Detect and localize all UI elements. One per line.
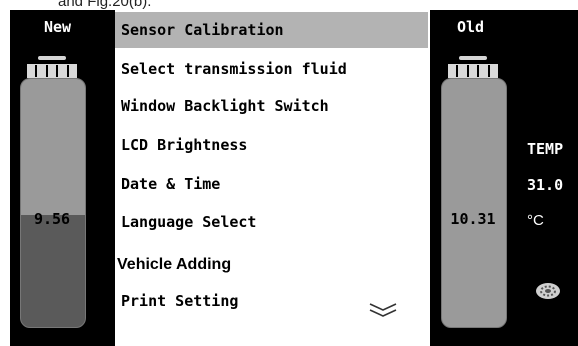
menu-item-label: Print Setting [121,292,239,310]
tank-empty-portion [21,79,85,216]
temp-value: 31.0 [527,176,564,194]
menu-item-label: Date & Time [121,175,221,193]
menu-item-sensor-calibration[interactable]: Sensor Calibration [115,12,428,48]
temp-unit: °C [527,212,544,229]
tank-neck [27,64,77,78]
new-fluid-tank: 9.56 [10,44,94,344]
tank-neck [448,64,498,78]
menu-item-window-backlight-switch[interactable]: Window Backlight Switch [115,88,428,124]
tank-cap [459,56,487,60]
caption-text: and Fig.20(b). [58,0,152,10]
tank-body [20,78,86,328]
menu-item-select-transmission-fluid[interactable]: Select transmission fluid [115,51,428,87]
chevron-double-down-icon[interactable] [368,300,398,324]
menu-item-label: Select transmission fluid [121,60,347,78]
menu-item-lcd-brightness[interactable]: LCD Brightness [115,127,428,163]
menu-item-label: Language Select [121,213,257,231]
gear-icon[interactable] [535,282,561,304]
menu-item-label: LCD Brightness [121,136,248,154]
new-tank-title: New [44,18,72,36]
menu-item-language-select[interactable]: Language Select [115,204,428,240]
new-tank-value: 9.56 [33,210,71,228]
old-fluid-tank: 10.31 [431,44,515,344]
temp-label: TEMP [527,140,564,158]
menu-item-date-time[interactable]: Date & Time [115,166,428,202]
old-tank-value: 10.31 [450,210,496,228]
settings-menu: Sensor Calibration Select transmission f… [115,10,430,346]
tank-body [441,78,507,328]
menu-item-vehicle-adding[interactable]: Vehicle Adding [115,247,428,283]
menu-item-label: Vehicle Adding [117,256,232,273]
menu-item-label: Sensor Calibration [121,21,284,39]
menu-item-label: Window Backlight Switch [121,97,329,115]
old-tank-title: Old [457,18,485,36]
tank-cap [38,56,66,60]
